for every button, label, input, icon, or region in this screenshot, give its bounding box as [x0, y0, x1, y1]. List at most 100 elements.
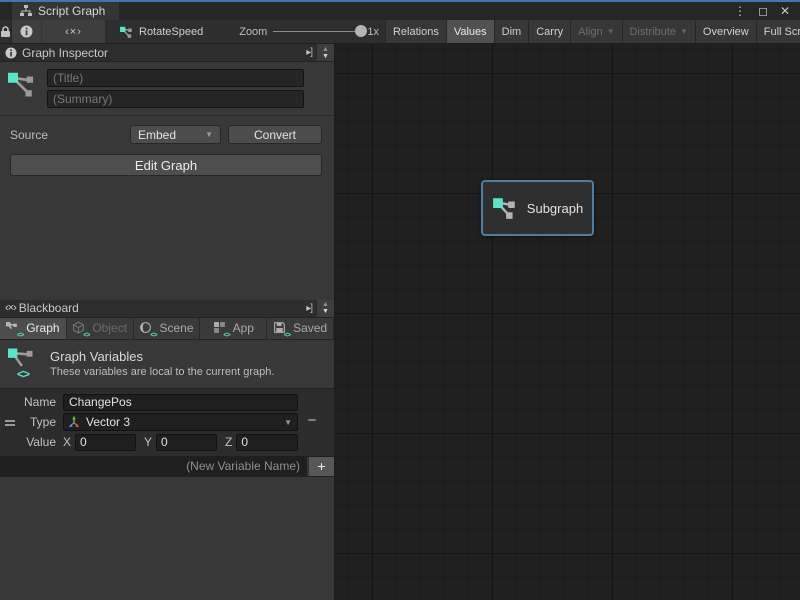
titlebar: Script Graph ⋮ ◻ ✕: [0, 2, 800, 20]
scroll-arrows[interactable]: ▲ ▼: [316, 300, 334, 317]
title-field[interactable]: [47, 69, 304, 87]
variable-type-dropdown[interactable]: Vector 3 ▼: [63, 413, 298, 431]
distribute-dropdown[interactable]: Distribute▼: [622, 20, 695, 43]
variable-row-group: Name Type V: [0, 388, 334, 457]
dock-icon[interactable]: ▸]: [302, 300, 316, 317]
convert-button[interactable]: Convert: [228, 125, 322, 144]
summary-field[interactable]: [47, 90, 304, 108]
tab-saved[interactable]: <> Saved: [267, 318, 334, 339]
toolbar: ‹×› RotateSpeed Zoom 1x Relations Values…: [0, 20, 800, 44]
x-axis-label: X: [63, 435, 71, 449]
scroll-up-icon[interactable]: ▲: [322, 301, 329, 308]
tab-graph[interactable]: <> Graph: [0, 318, 67, 339]
graph-canvas[interactable]: Subgraph: [336, 44, 800, 600]
app-grid-icon: <>: [213, 321, 228, 336]
scroll-arrows[interactable]: ▲ ▼: [316, 44, 334, 61]
node-label: Subgraph: [527, 201, 583, 216]
graph-variables-icon: <>: [8, 347, 40, 381]
tab-scene[interactable]: <> Scene: [134, 318, 201, 339]
cube-icon: <>: [72, 321, 87, 336]
graph-icon: [8, 69, 38, 99]
info-icon: [20, 25, 33, 38]
graph-inspector-header: Graph Inspector ▸] ▲ ▼: [0, 44, 334, 62]
graph-icon: [492, 195, 518, 221]
chevron-down-icon: ▼: [284, 418, 292, 427]
variable-name-input[interactable]: [63, 394, 298, 411]
tab-object[interactable]: <> Object: [67, 318, 134, 339]
blackboard-tabs: <> Graph <> Object: [0, 318, 334, 340]
toolbar-view-buttons: Relations Values Dim Carry Align▼ Distri…: [385, 20, 800, 43]
z-axis-label: Z: [225, 435, 232, 449]
window-menu-icon[interactable]: ⋮: [734, 4, 746, 18]
graph-icon: <>: [6, 321, 21, 336]
script-graph-window: Script Graph ⋮ ◻ ✕ ‹×›: [0, 0, 800, 600]
blackboard-header: ‹×› Blackboard ▸] ▲ ▼: [0, 300, 334, 318]
scene-icon: <>: [139, 321, 154, 336]
graph-icon: [119, 25, 134, 39]
sidebar-panel: Graph Inspector ▸] ▲ ▼: [0, 44, 336, 600]
new-variable-input[interactable]: [0, 457, 307, 476]
zoom-slider-thumb[interactable]: [355, 25, 367, 37]
blackboard-empty-area: [0, 477, 334, 600]
y-axis-label: Y: [144, 435, 152, 449]
edit-graph-button[interactable]: Edit Graph: [10, 154, 322, 176]
zoom-label: Zoom: [239, 26, 267, 38]
values-button[interactable]: Values: [446, 20, 494, 43]
inspector-toggle-button[interactable]: [12, 20, 41, 43]
inspector-empty-area: [0, 176, 334, 300]
chevron-down-icon: ▼: [680, 27, 688, 36]
graph-meta-section: [0, 62, 334, 113]
fullscreen-button[interactable]: Full Screen: [756, 20, 800, 43]
toolbar-group: ‹×›: [12, 20, 105, 43]
close-icon[interactable]: ✕: [780, 4, 790, 18]
graph-hierarchy-icon: [20, 5, 32, 17]
variable-name-row: Name: [0, 393, 334, 412]
panel-title: Blackboard: [19, 301, 79, 315]
graph-name-label: RotateSpeed: [139, 26, 203, 38]
code-brackets-icon: ‹×›: [5, 302, 16, 314]
panel-title: Graph Inspector: [22, 46, 108, 60]
lock-button[interactable]: [0, 20, 12, 43]
scroll-down-icon[interactable]: ▼: [322, 308, 329, 315]
graph-breadcrumb[interactable]: RotateSpeed: [105, 20, 213, 43]
overview-button[interactable]: Overview: [695, 20, 756, 43]
source-row: Source Embed ▼ Convert: [0, 116, 334, 146]
dim-button[interactable]: Dim: [494, 20, 529, 43]
name-label: Name: [0, 395, 56, 409]
scroll-up-icon[interactable]: ▲: [322, 46, 329, 53]
subgraph-node[interactable]: Subgraph: [481, 180, 594, 236]
section-subtitle: These variables are local to the current…: [50, 366, 274, 378]
source-label: Source: [10, 128, 130, 142]
new-variable-row: +: [0, 457, 334, 477]
main-area: Graph Inspector ▸] ▲ ▼: [0, 44, 800, 600]
scroll-down-icon[interactable]: ▼: [322, 53, 329, 60]
align-dropdown[interactable]: Align▼: [570, 20, 621, 43]
remove-variable-button[interactable]: −: [302, 414, 322, 430]
x-value-input[interactable]: [75, 434, 136, 451]
relations-button[interactable]: Relations: [385, 20, 446, 43]
blackboard-toggle-button[interactable]: ‹×›: [41, 20, 105, 43]
add-variable-button[interactable]: +: [307, 457, 334, 476]
maximize-icon[interactable]: ◻: [758, 4, 768, 18]
chevron-down-icon: ▼: [607, 27, 615, 36]
source-dropdown[interactable]: Embed ▼: [130, 125, 221, 144]
carry-button[interactable]: Carry: [528, 20, 570, 43]
variable-type-row: Type Vector 3 ▼: [0, 413, 334, 432]
tab-app[interactable]: <> App: [200, 318, 267, 339]
drag-handle[interactable]: [5, 418, 15, 428]
y-value-input[interactable]: [156, 434, 217, 451]
graph-variables-info: <> Graph Variables These variables are l…: [0, 340, 334, 388]
vector3-icon: [67, 415, 81, 429]
chevron-down-icon: ▼: [205, 130, 213, 139]
lock-icon: [0, 26, 11, 38]
window-controls: ⋮ ◻ ✕: [734, 2, 800, 20]
zoom-slider[interactable]: [273, 31, 361, 32]
section-title: Graph Variables: [50, 349, 274, 364]
tab-script-graph[interactable]: Script Graph: [12, 2, 119, 20]
zoom-control: Zoom 1x: [213, 20, 385, 43]
dock-icon[interactable]: ▸]: [302, 44, 316, 61]
value-label: Value: [0, 435, 56, 449]
z-value-input[interactable]: [236, 434, 298, 451]
floppy-disk-icon: <>: [273, 321, 288, 336]
zoom-value: 1x: [367, 26, 379, 38]
